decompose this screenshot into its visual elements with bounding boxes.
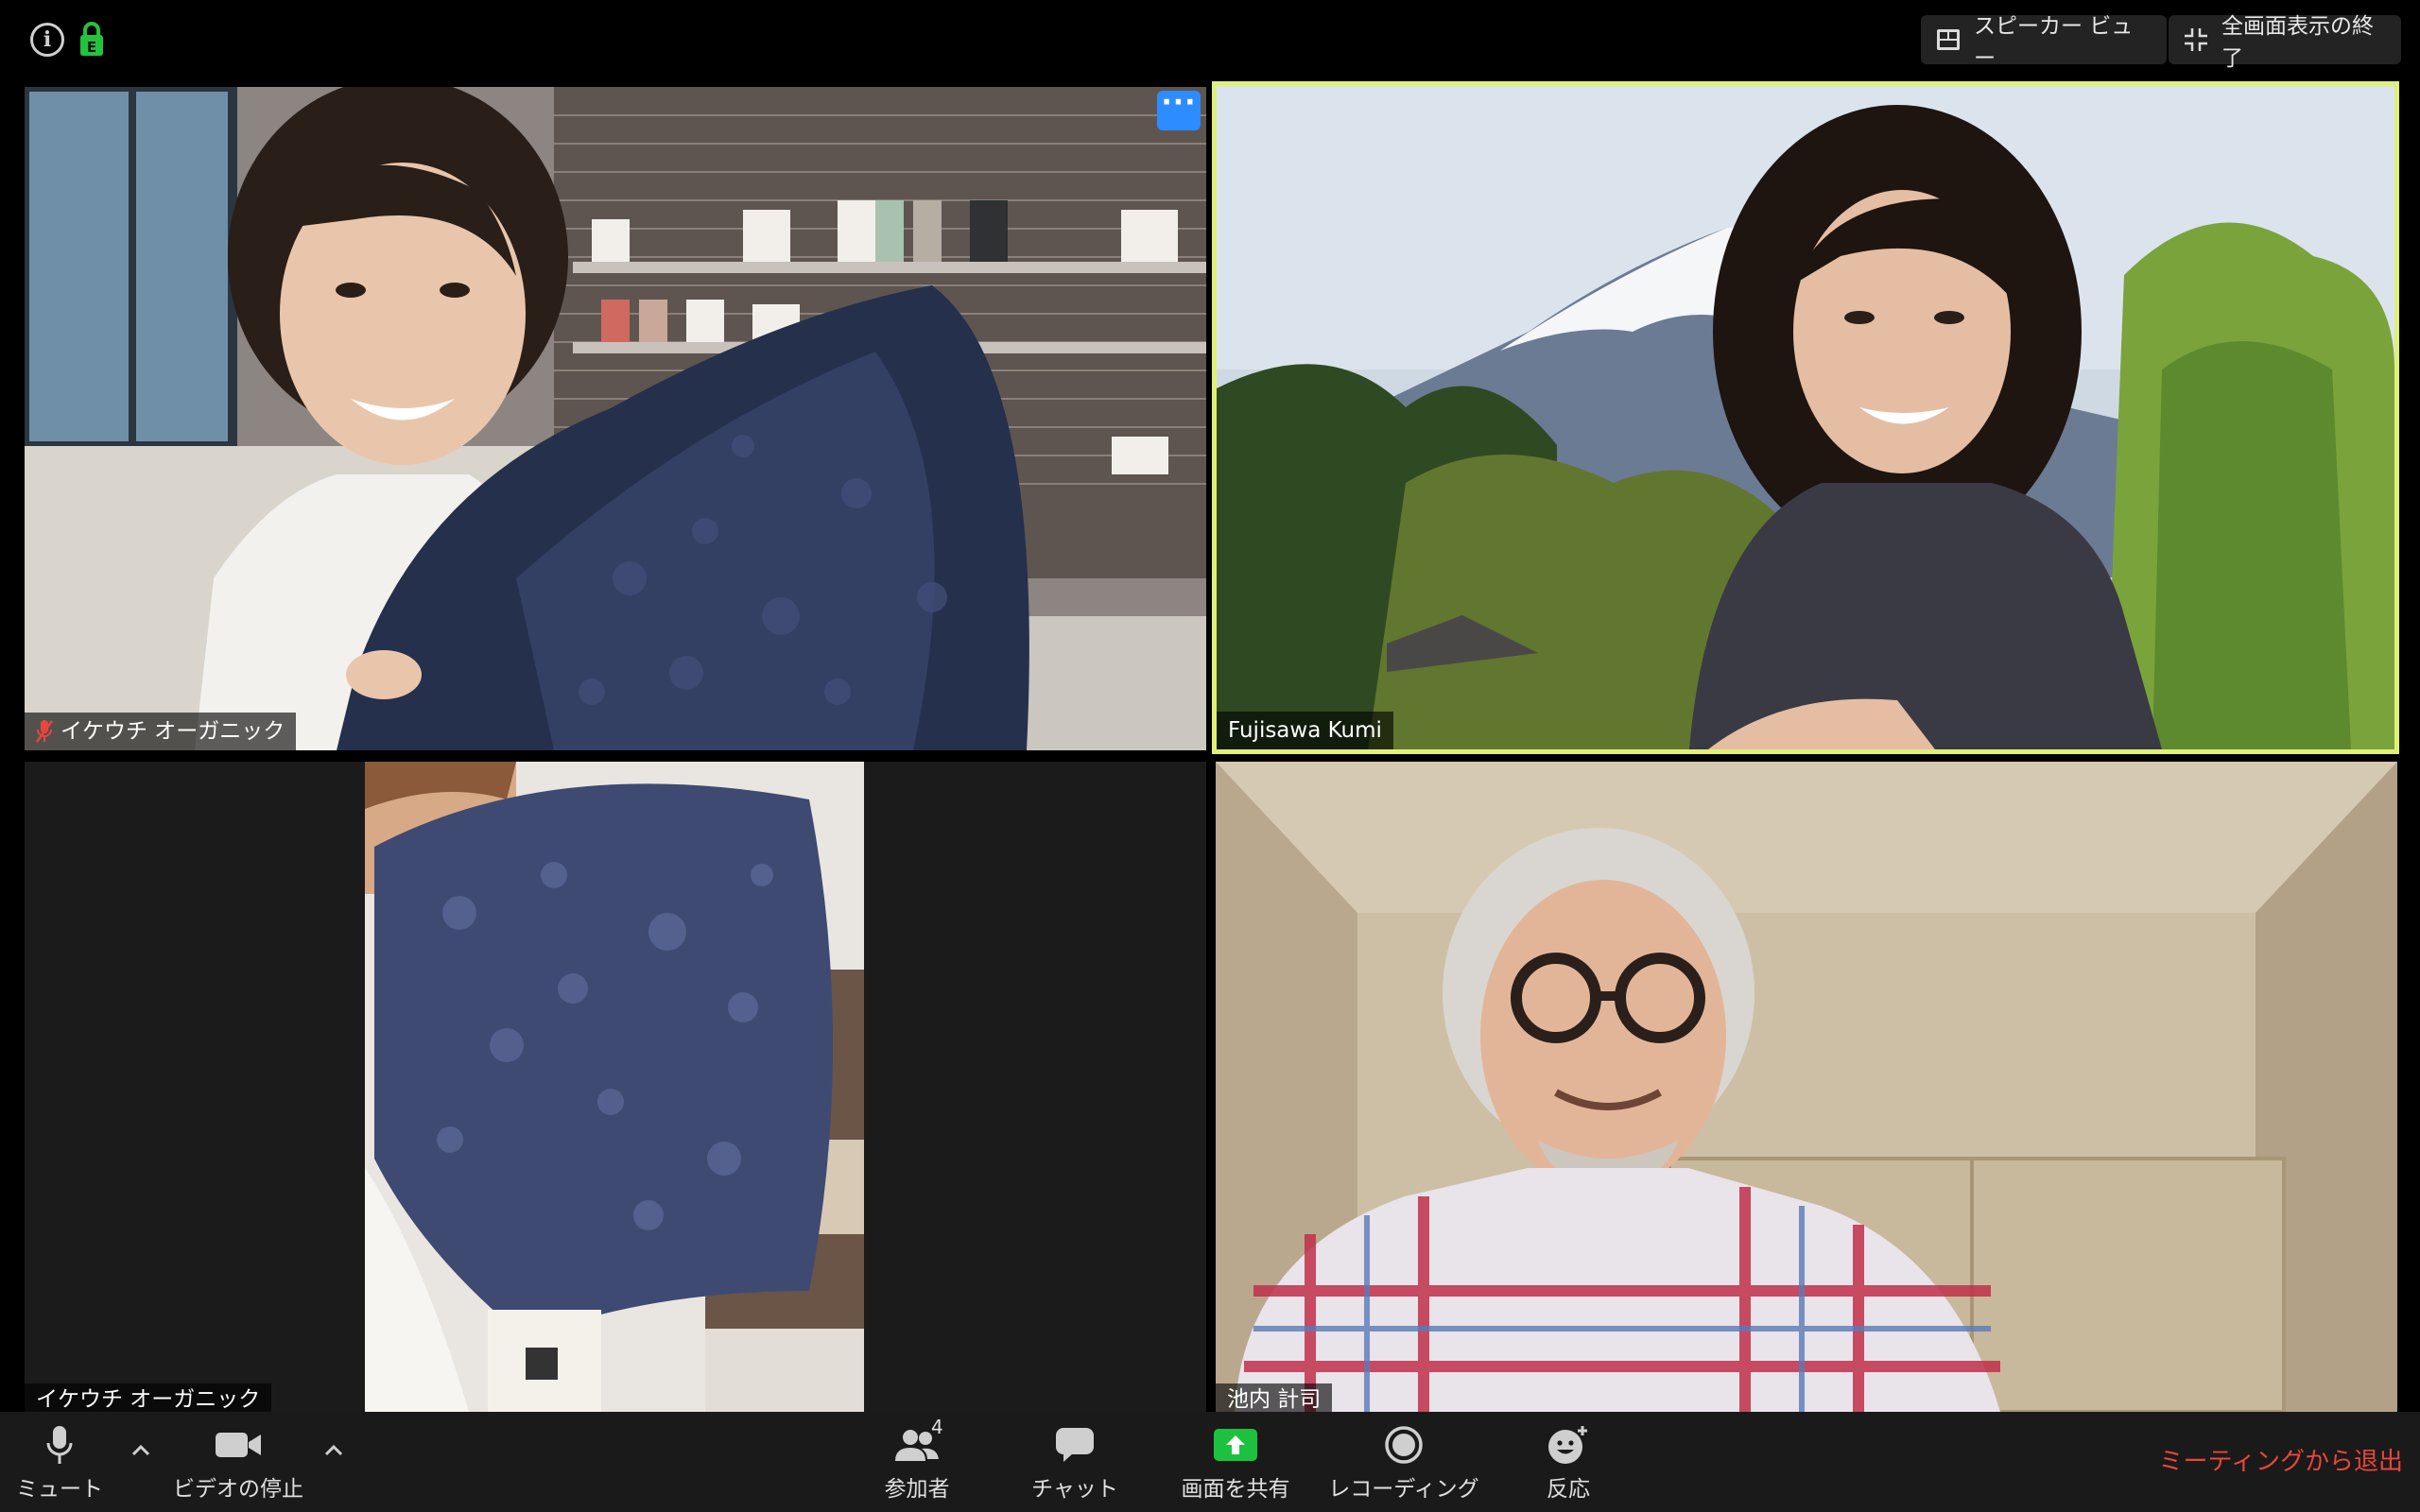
muted-mic-icon	[36, 720, 53, 743]
participant-name-label: イケウチ オーガニック	[25, 1383, 272, 1412]
speaker-view-grid-icon	[1937, 29, 1960, 50]
video-options-chevron-up-icon[interactable]	[320, 1436, 348, 1465]
participant-name-label: イケウチ オーガニック	[25, 713, 297, 750]
stop-video-button[interactable]: ビデオの停止	[163, 1412, 314, 1512]
microphone-icon	[46, 1426, 73, 1464]
exit-fullscreen-icon	[2185, 28, 2207, 51]
chat-label: チャット	[1031, 1477, 1118, 1502]
reaction-emoji-icon	[1548, 1426, 1587, 1464]
participant-name: Fujisawa Kumi	[1228, 718, 1382, 743]
video-label: ビデオの停止	[173, 1477, 303, 1502]
exit-fullscreen-button[interactable]: 全画面表示の終了	[2169, 14, 2401, 71]
svg-text:E: E	[87, 39, 96, 56]
video-camera-icon	[216, 1433, 261, 1457]
leave-meeting-button[interactable]: ミーティングから退出	[2159, 1442, 2403, 1477]
participant-video-feed	[365, 762, 864, 1412]
record-button[interactable]: レコーディング	[1320, 1412, 1488, 1512]
share-screen-button[interactable]: 画面を共有	[1168, 1412, 1303, 1512]
speaker-view-button[interactable]: スピーカー ビュー	[1921, 14, 2167, 71]
meeting-toolbar: ミュート ビデオの停止 4 参加者 チャット 画面を共有 レコーディング 反応 …	[0, 1412, 2420, 1512]
chat-bubble-icon	[1056, 1428, 1094, 1462]
record-label: レコーディング	[1328, 1477, 1479, 1502]
mute-label: ミュート	[16, 1477, 103, 1502]
participant-name: イケウチ オーガニック	[36, 1387, 261, 1412]
participant-video-feed	[1216, 762, 2397, 1412]
exit-fullscreen-label: 全画面表示の終了	[2221, 14, 2374, 71]
share-label: 画面を共有	[1181, 1477, 1290, 1502]
chat-button[interactable]: チャット	[1021, 1412, 1129, 1512]
reactions-button[interactable]: 反応	[1531, 1412, 1605, 1512]
share-screen-arrow-icon	[1214, 1429, 1257, 1461]
participant-video-feed	[25, 87, 1206, 750]
mute-button[interactable]: ミュート	[8, 1412, 112, 1512]
reactions-label: 反応	[1547, 1477, 1590, 1502]
speaker-view-label: スピーカー ビュー	[1974, 14, 2134, 71]
participant-name-label: 池内 計司	[1216, 1383, 1333, 1412]
video-tile-fujisawa-kumi[interactable]: Fujisawa Kumi	[1212, 81, 2399, 754]
participants-label: 参加者	[884, 1477, 950, 1502]
participant-name: イケウチ オーガニック	[60, 719, 285, 744]
top-bar: i E スピーカー ビュー 全画面表示の終了	[0, 0, 2420, 79]
participants-button[interactable]: 4 参加者	[870, 1412, 964, 1512]
participant-name-label: Fujisawa Kumi	[1217, 712, 1393, 749]
participant-video-feed	[1217, 86, 2394, 749]
video-tile-ikeuchi-organic-2[interactable]: イケウチ オーガニック	[25, 762, 1206, 1412]
video-tile-ikeuchi-organic-1[interactable]: イケウチ オーガニック	[25, 87, 1206, 750]
participant-name: 池内 計司	[1227, 1387, 1322, 1412]
participants-count: 4	[931, 1416, 943, 1438]
record-icon	[1385, 1426, 1423, 1464]
more-options-icon[interactable]: ···	[1157, 89, 1201, 130]
audio-options-chevron-up-icon[interactable]	[127, 1436, 155, 1465]
info-icon[interactable]: i	[30, 23, 64, 57]
encryption-lock-icon[interactable]: E	[79, 21, 104, 57]
video-tile-ikeuchi-keiji[interactable]: 池内 計司	[1216, 762, 2397, 1412]
